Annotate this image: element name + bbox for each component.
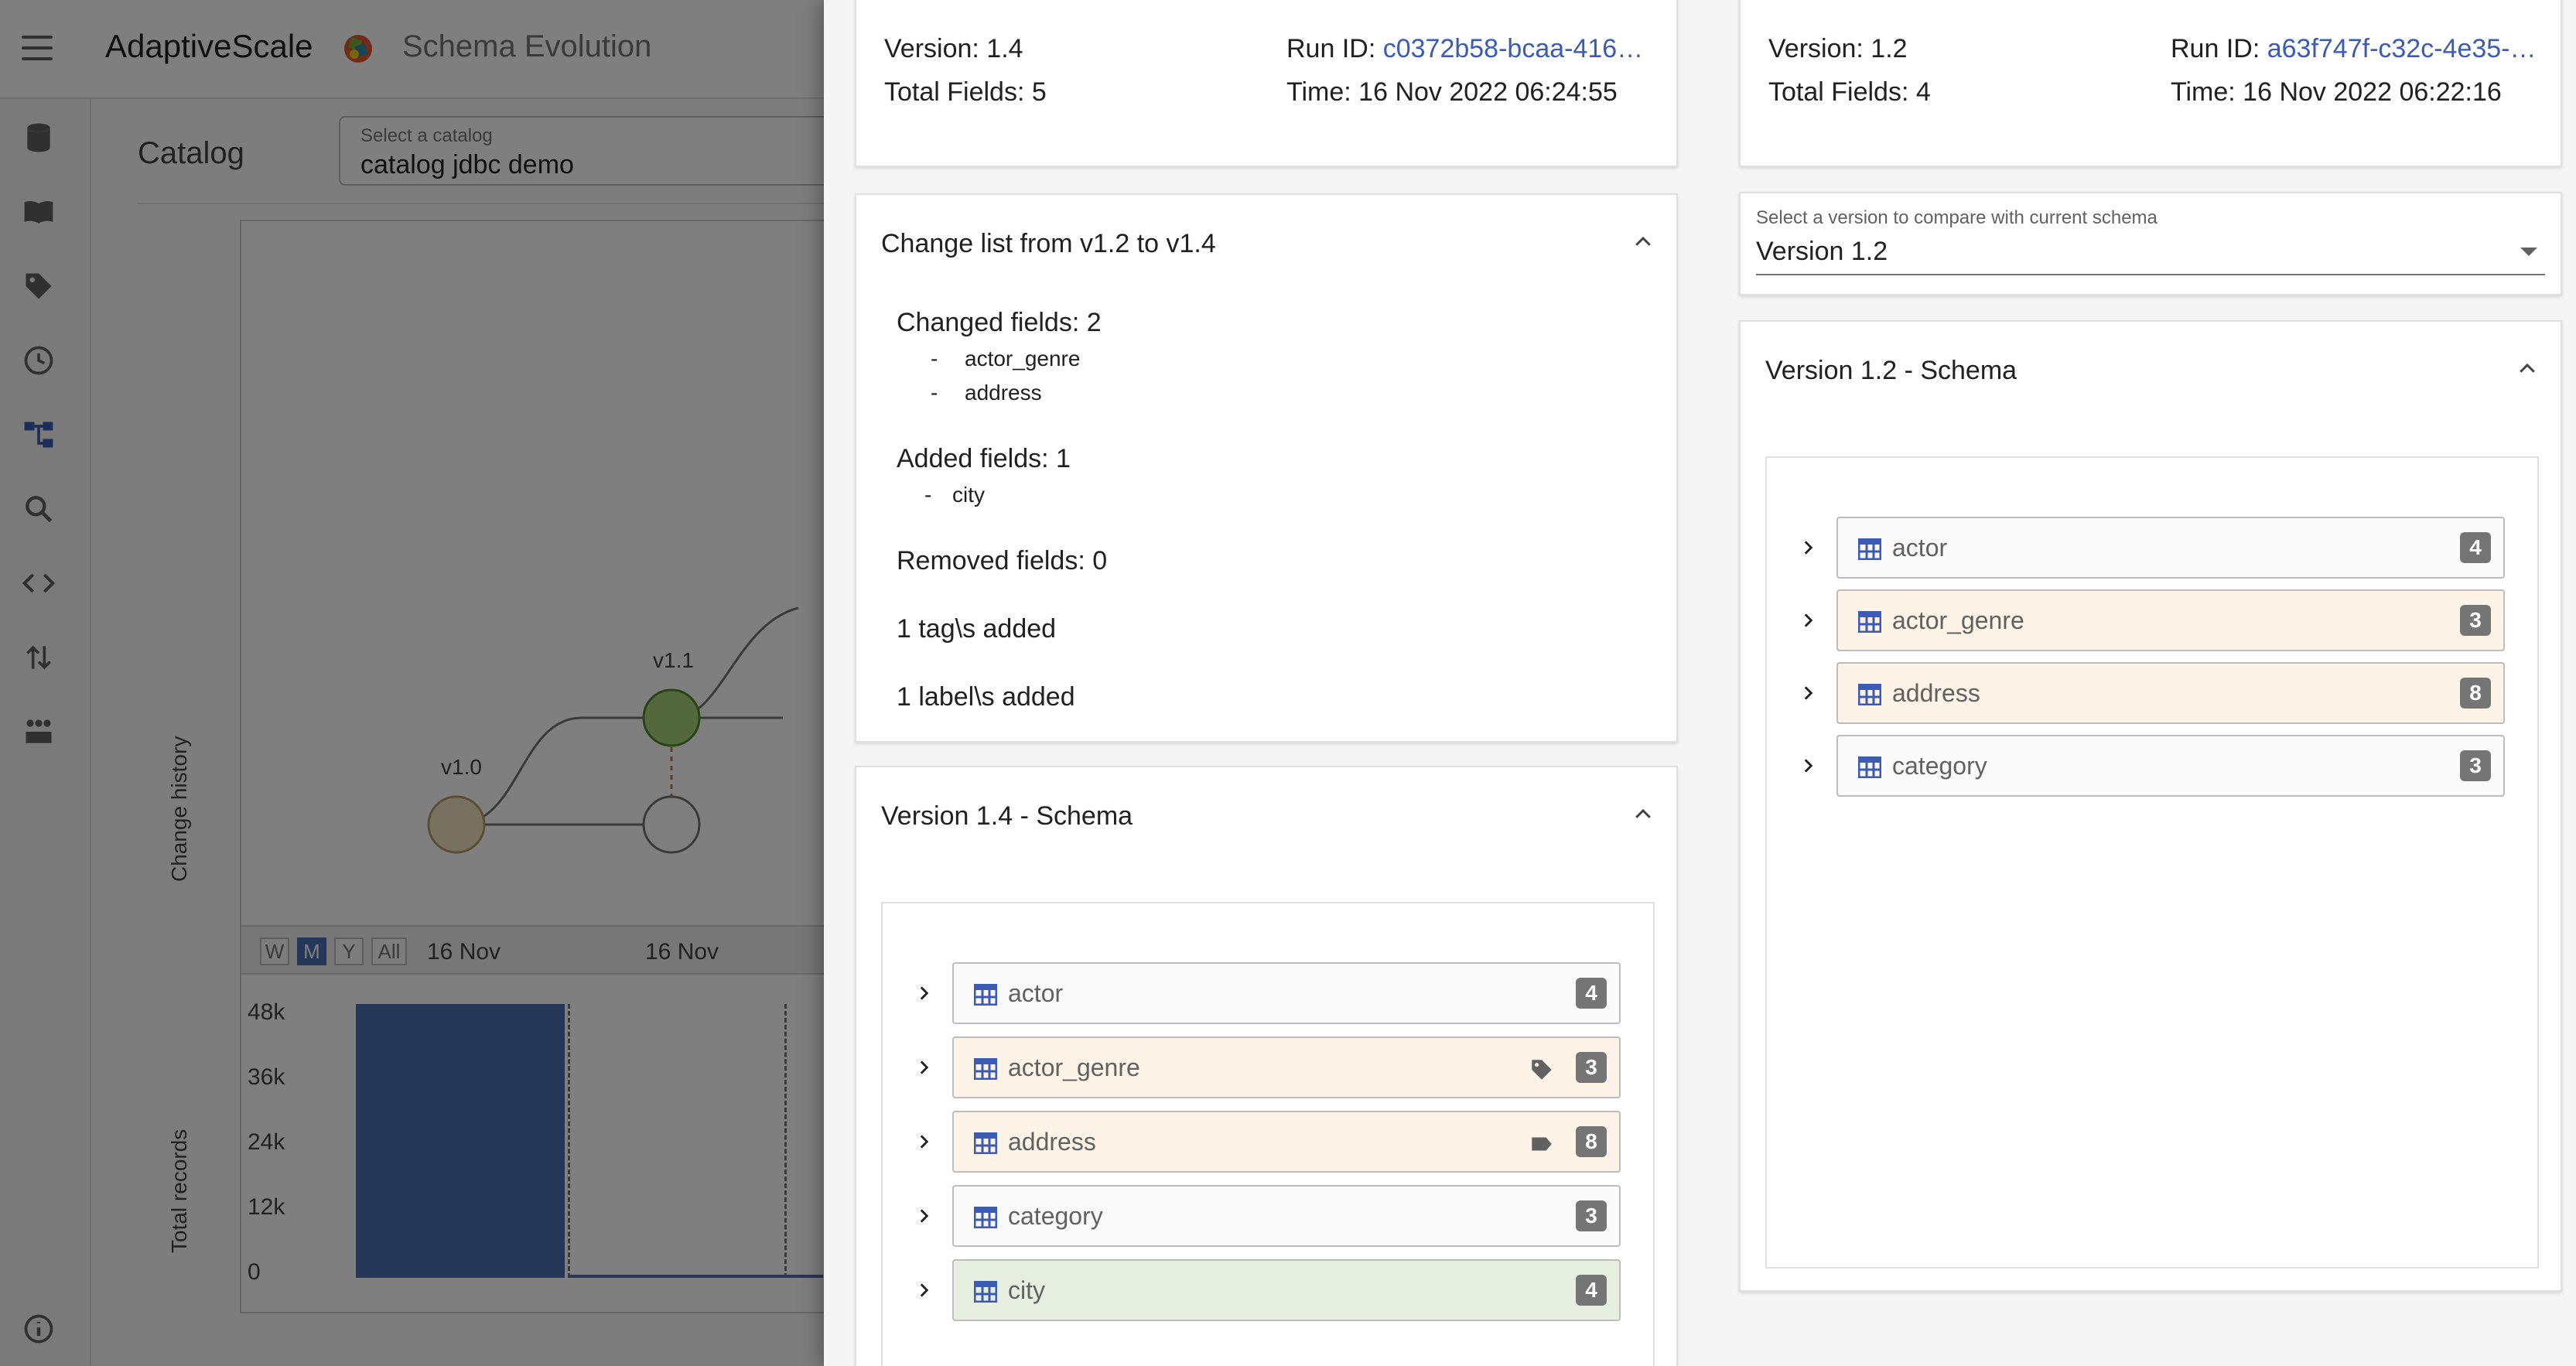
chevron-right-icon[interactable] bbox=[914, 1280, 934, 1300]
chevron-right-icon[interactable] bbox=[1798, 756, 1818, 776]
table-icon bbox=[1857, 683, 1882, 706]
added-field: city bbox=[952, 483, 985, 507]
compare-version-select[interactable]: Select a version to compare with current… bbox=[1739, 192, 2562, 295]
current-version-info-card: Version: 1.4 Total Fields: 5 Run ID: c03… bbox=[855, 0, 1678, 167]
chevron-right-icon[interactable] bbox=[1798, 538, 1818, 558]
list-dash: - bbox=[924, 483, 932, 507]
list-dash: - bbox=[931, 381, 938, 405]
compare-schema-title[interactable]: Version 1.2 - Schema bbox=[1765, 356, 2017, 386]
dropdown-arrow-icon[interactable] bbox=[2520, 248, 2537, 256]
change-list-title[interactable]: Change list from v1.2 to v1.4 bbox=[881, 229, 1216, 259]
select-underline bbox=[1756, 274, 2545, 275]
chevron-right-icon[interactable] bbox=[914, 1132, 934, 1152]
table-icon bbox=[973, 983, 998, 1006]
labels-added: 1 label\s added bbox=[897, 682, 1075, 712]
added-fields-title: Added fields: 1 bbox=[897, 444, 1071, 473]
table-icon bbox=[1857, 610, 1882, 633]
chevron-up-icon[interactable] bbox=[1631, 231, 1655, 254]
current-version: Version: 1.4 bbox=[884, 34, 1023, 63]
table-name: actor bbox=[1008, 979, 1064, 1007]
table-name: actor bbox=[1892, 534, 1948, 562]
tags-added: 1 tag\s added bbox=[897, 614, 1057, 644]
changed-fields-title: Changed fields: 2 bbox=[897, 308, 1102, 337]
compare-schema-accordion: Version 1.2 - Schema actor 4 actor_genre 3 a… bbox=[1739, 320, 2562, 1292]
schema-tree: actor 4 actor_genre 3 address 8 category 3 city 4 bbox=[881, 902, 1655, 1366]
compare-version-info-card: Version: 1.2 Total Fields: 4 Run ID: a63… bbox=[1739, 0, 2562, 167]
schema-table-row[interactable]: actor 4 bbox=[1836, 517, 2505, 579]
compare-select-value: Version 1.2 bbox=[1756, 237, 1888, 266]
change-list-accordion: Change list from v1.2 to v1.4 Changed fi… bbox=[855, 193, 1678, 743]
compare-version: Version: 1.2 bbox=[1768, 34, 1908, 63]
table-icon bbox=[1857, 538, 1882, 561]
table-icon bbox=[973, 1132, 998, 1155]
chevron-right-icon[interactable] bbox=[914, 983, 934, 1003]
list-dash: - bbox=[931, 347, 938, 371]
current-schema-accordion: Version 1.4 - Schema actor 4 actor_genre 3 a… bbox=[855, 766, 1678, 1366]
schema-tree: actor 4 actor_genre 3 address 8 category 3 bbox=[1765, 456, 2539, 1269]
chevron-up-icon[interactable] bbox=[1631, 803, 1655, 826]
chevron-up-icon[interactable] bbox=[2516, 357, 2539, 381]
field-count-badge: 8 bbox=[1576, 1126, 1607, 1157]
field-count-badge: 3 bbox=[2460, 605, 2491, 636]
compare-run-id: Run ID: a63f747f-c32c-4e35-… bbox=[2171, 34, 2537, 64]
table-name: actor_genre bbox=[1008, 1054, 1140, 1081]
field-count-badge: 3 bbox=[2460, 750, 2491, 781]
schema-table-row[interactable]: category 3 bbox=[952, 1185, 1621, 1247]
field-count-badge: 4 bbox=[1576, 978, 1607, 1009]
table-name: city bbox=[1008, 1276, 1045, 1304]
field-count-badge: 8 bbox=[2460, 678, 2491, 709]
field-count-badge: 4 bbox=[2460, 532, 2491, 563]
field-count-badge: 4 bbox=[1576, 1275, 1607, 1306]
current-total-fields: Total Fields: 5 bbox=[884, 77, 1047, 107]
current-schema-title[interactable]: Version 1.4 - Schema bbox=[881, 801, 1133, 832]
chevron-right-icon[interactable] bbox=[1798, 683, 1818, 703]
chevron-right-icon[interactable] bbox=[914, 1206, 934, 1226]
changed-field: actor_genre bbox=[965, 347, 1081, 371]
schema-table-row[interactable]: address 8 bbox=[1836, 662, 2505, 724]
changed-field: address bbox=[965, 381, 1042, 405]
table-name: address bbox=[1892, 679, 1980, 707]
current-run-id: Run ID: c0372b58-bcaa-416… bbox=[1286, 34, 1643, 64]
table-name: address bbox=[1008, 1128, 1096, 1156]
field-count-badge: 3 bbox=[1576, 1052, 1607, 1083]
schema-table-row[interactable]: city 4 bbox=[952, 1259, 1621, 1321]
schema-compare-drawer: Version: 1.4 Total Fields: 5 Run ID: c03… bbox=[824, 0, 2576, 1366]
schema-table-row[interactable]: address 8 bbox=[952, 1111, 1621, 1173]
tag-icon bbox=[1528, 1057, 1556, 1083]
table-icon bbox=[973, 1206, 998, 1229]
schema-table-row[interactable]: actor 4 bbox=[952, 962, 1621, 1024]
run-id-label: Run ID: bbox=[1286, 34, 1376, 63]
field-count-badge: 3 bbox=[1576, 1200, 1607, 1231]
schema-table-row[interactable]: actor_genre 3 bbox=[1836, 589, 2505, 651]
table-name: category bbox=[1008, 1202, 1103, 1230]
table-icon bbox=[973, 1280, 998, 1303]
table-icon bbox=[973, 1057, 998, 1081]
chevron-right-icon[interactable] bbox=[914, 1057, 934, 1077]
schema-table-row[interactable]: actor_genre 3 bbox=[952, 1036, 1621, 1098]
compare-select-label: Select a version to compare with current… bbox=[1756, 207, 2157, 228]
table-icon bbox=[1857, 756, 1882, 779]
label-icon bbox=[1528, 1131, 1556, 1157]
run-id-label: Run ID: bbox=[2171, 34, 2260, 63]
schema-table-row[interactable]: category 3 bbox=[1836, 735, 2505, 797]
removed-fields-title: Removed fields: 0 bbox=[897, 546, 1108, 575]
table-name: category bbox=[1892, 752, 1987, 780]
compare-total-fields: Total Fields: 4 bbox=[1768, 77, 1931, 107]
compare-time: Time: 16 Nov 2022 06:22:16 bbox=[2171, 77, 2502, 107]
table-name: actor_genre bbox=[1892, 606, 2024, 634]
current-time: Time: 16 Nov 2022 06:24:55 bbox=[1286, 77, 1618, 107]
current-run-id-link[interactable]: c0372b58-bcaa-416… bbox=[1383, 34, 1643, 63]
compare-run-id-link[interactable]: a63f747f-c32c-4e35-… bbox=[2267, 34, 2537, 63]
chevron-right-icon[interactable] bbox=[1798, 610, 1818, 630]
